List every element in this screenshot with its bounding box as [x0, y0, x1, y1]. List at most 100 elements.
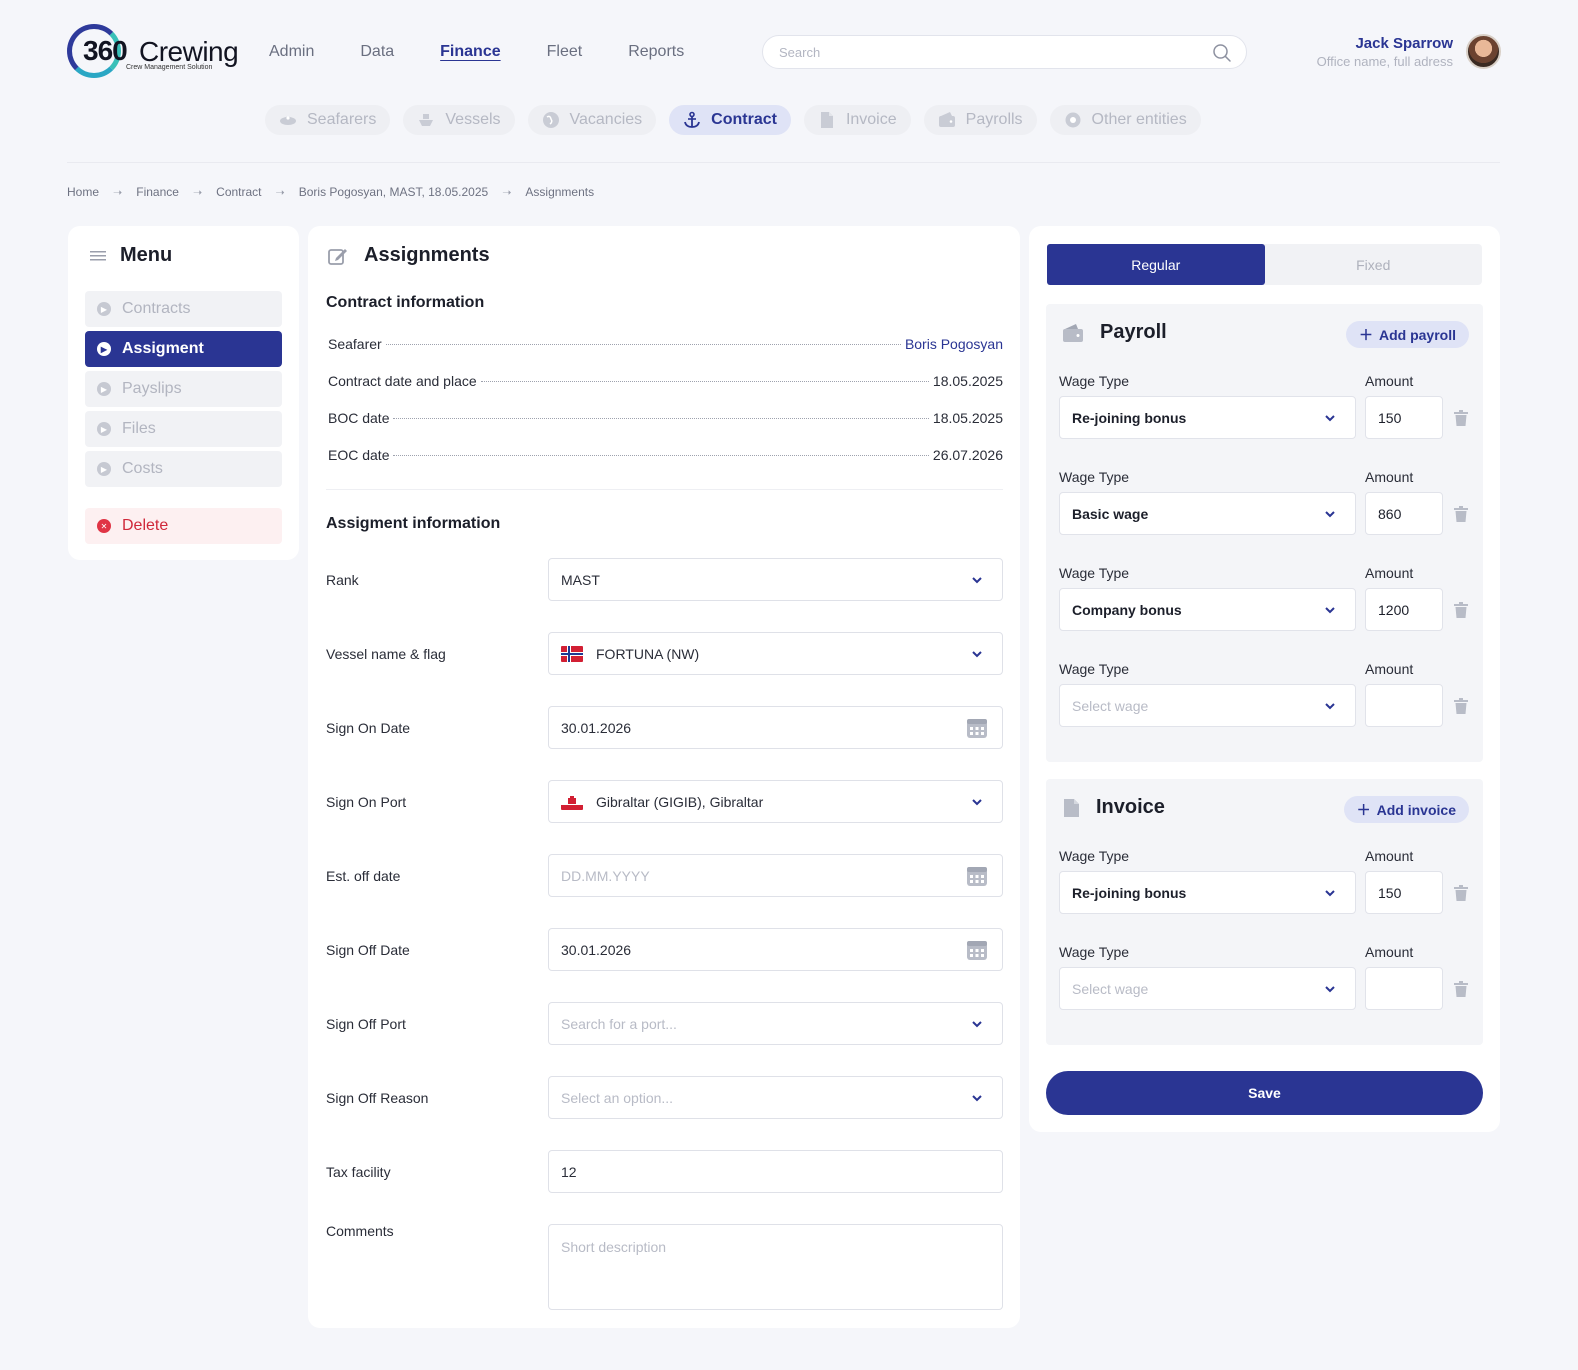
trash-icon[interactable] — [1454, 506, 1468, 522]
crumb-contract-record[interactable]: Boris Pogosyan, MAST, 18.05.2025 — [299, 185, 488, 199]
sign-off-reason-select[interactable]: Select an option... — [548, 1076, 1003, 1119]
crumb-arrow-icon: ➝ — [192, 186, 203, 199]
save-button[interactable]: Save — [1046, 1071, 1483, 1115]
wage-type-label: Wage Type — [1059, 944, 1130, 960]
menu-item-assigment[interactable]: ▶ Assigment — [85, 331, 282, 367]
sign-on-port-select[interactable]: Gibraltar (GIGIB), Gibraltar — [548, 780, 1003, 823]
ship-icon — [419, 114, 434, 126]
wage-type-select[interactable]: Basic wage — [1059, 492, 1356, 535]
search-input[interactable] — [779, 36, 1199, 68]
tab-vessels[interactable]: Vessels — [403, 105, 515, 135]
comments-label: Comments — [326, 1223, 394, 1239]
chevron-right-icon: ▶ — [97, 342, 111, 356]
amount-input[interactable] — [1365, 967, 1443, 1010]
menu-item-payslips[interactable]: ▶ Payslips — [85, 371, 282, 407]
amount-label: Amount — [1365, 469, 1414, 485]
tab-vacancies[interactable]: Vacancies — [527, 105, 657, 135]
header: 360 Crewing Crew Management Solution Adm… — [0, 0, 1578, 100]
document-icon — [1064, 798, 1079, 817]
chevron-right-icon: ▶ — [97, 382, 111, 396]
amount-label: Amount — [1365, 661, 1414, 677]
contract-row-boc: BOC date 18.05.2025 — [328, 410, 1003, 426]
rank-select[interactable]: MAST — [548, 558, 1003, 601]
calendar-icon[interactable] — [966, 865, 988, 887]
add-payroll-button[interactable]: ＋ Add payroll — [1345, 321, 1469, 348]
amount-input[interactable]: 1200 — [1365, 588, 1443, 631]
crumb-contract[interactable]: Contract — [216, 185, 261, 199]
calendar-icon[interactable] — [966, 717, 988, 739]
chevron-down-icon — [972, 651, 982, 658]
crumb-arrow-icon: ➝ — [275, 186, 285, 199]
menu-item-costs[interactable]: ▶ Costs — [85, 451, 282, 487]
sign-on-date-input[interactable]: 30.01.2026 — [548, 706, 1003, 749]
trash-icon[interactable] — [1454, 602, 1468, 618]
user-info[interactable]: Jack Sparrow Office name, full adress — [1317, 35, 1453, 69]
wage-type-select[interactable]: Re-joining bonus — [1059, 871, 1356, 914]
trash-icon[interactable] — [1454, 698, 1468, 714]
chevron-right-icon: ▶ — [97, 302, 111, 316]
nav-finance[interactable]: Finance — [440, 43, 500, 61]
add-invoice-button[interactable]: ＋ Add invoice — [1343, 796, 1469, 823]
amount-input[interactable]: 860 — [1365, 492, 1443, 535]
tax-facility-label: Tax facility — [326, 1164, 391, 1180]
delete-label: Delete — [122, 517, 169, 534]
tab-label: Contract — [711, 111, 777, 128]
crumb-finance[interactable]: Finance — [136, 185, 179, 199]
search-box — [762, 35, 1247, 69]
invoice-panel: Invoice ＋ Add invoice Wage Type Amount R… — [1046, 779, 1483, 1045]
trash-icon[interactable] — [1454, 981, 1468, 997]
nav-admin[interactable]: Admin — [269, 43, 314, 61]
tab-payrolls[interactable]: Payrolls — [923, 105, 1037, 135]
tax-facility-value: 12 — [561, 1163, 577, 1180]
avatar[interactable] — [1466, 34, 1501, 69]
sign-off-date-input[interactable]: 30.01.2026 — [548, 928, 1003, 971]
amount-input[interactable] — [1365, 684, 1443, 727]
vessel-select[interactable]: FORTUNA (NW) — [548, 632, 1003, 675]
wage-mode-toggle: Regular Fixed — [1047, 244, 1482, 285]
sign-off-port-select[interactable]: Search for a port... — [548, 1002, 1003, 1045]
tab-seafarers[interactable]: Seafarers — [265, 105, 391, 135]
wage-type-select[interactable]: Re-joining bonus — [1059, 396, 1356, 439]
tab-regular[interactable]: Regular — [1047, 244, 1265, 285]
amount-input[interactable]: 150 — [1365, 396, 1443, 439]
menu-item-files[interactable]: ▶ Files — [85, 411, 282, 447]
search-icon[interactable] — [1212, 43, 1232, 63]
amount-label: Amount — [1365, 848, 1414, 864]
menu-item-contracts[interactable]: ▶ Contracts — [85, 291, 282, 327]
delete-button[interactable]: ✕ Delete — [85, 508, 282, 544]
rank-label: Rank — [326, 572, 359, 588]
amount-input[interactable]: 150 — [1365, 871, 1443, 914]
tab-invoice[interactable]: Invoice — [803, 105, 911, 135]
card-header: Assignments — [328, 244, 490, 267]
tab-other-entities[interactable]: Other entities — [1049, 105, 1201, 135]
calendar-icon[interactable] — [966, 939, 988, 961]
comments-textarea[interactable]: Short description — [548, 1224, 1003, 1310]
payroll-title: Payroll — [1100, 321, 1167, 343]
trash-icon[interactable] — [1454, 885, 1468, 901]
nav-reports[interactable]: Reports — [628, 43, 684, 61]
tab-label: Other entities — [1091, 111, 1187, 128]
menu-item-label: Costs — [122, 460, 163, 477]
assignments-card: Assignments Contract information Seafare… — [308, 226, 1020, 1328]
chevron-down-icon — [972, 799, 982, 806]
seafarer-link[interactable]: Boris Pogosyan — [905, 336, 1003, 352]
nav-data[interactable]: Data — [360, 43, 394, 61]
wallet-icon — [1063, 323, 1083, 342]
wage-type-select[interactable]: Select wage — [1059, 967, 1356, 1010]
wage-type-select[interactable]: Select wage — [1059, 684, 1356, 727]
row-value: 26.07.2026 — [932, 447, 1003, 463]
amount-value: 1200 — [1378, 601, 1410, 618]
hamburger-icon[interactable] — [90, 250, 106, 262]
trash-icon[interactable] — [1454, 410, 1468, 426]
tax-facility-input[interactable]: 12 — [548, 1150, 1003, 1193]
wage-type-select[interactable]: Company bonus — [1059, 588, 1356, 631]
chevron-down-icon — [1325, 415, 1335, 422]
logo[interactable]: 360 Crewing Crew Management Solution — [67, 24, 247, 82]
nav-fleet[interactable]: Fleet — [547, 43, 583, 61]
tab-contract[interactable]: Contract — [669, 105, 791, 135]
crumb-home[interactable]: Home — [67, 185, 99, 199]
est-off-date-input[interactable]: DD.MM.YYYY — [548, 854, 1003, 897]
tab-fixed[interactable]: Fixed — [1265, 244, 1483, 285]
plus-icon: ＋ — [1358, 326, 1373, 343]
seafarer-cap-icon — [280, 116, 296, 125]
